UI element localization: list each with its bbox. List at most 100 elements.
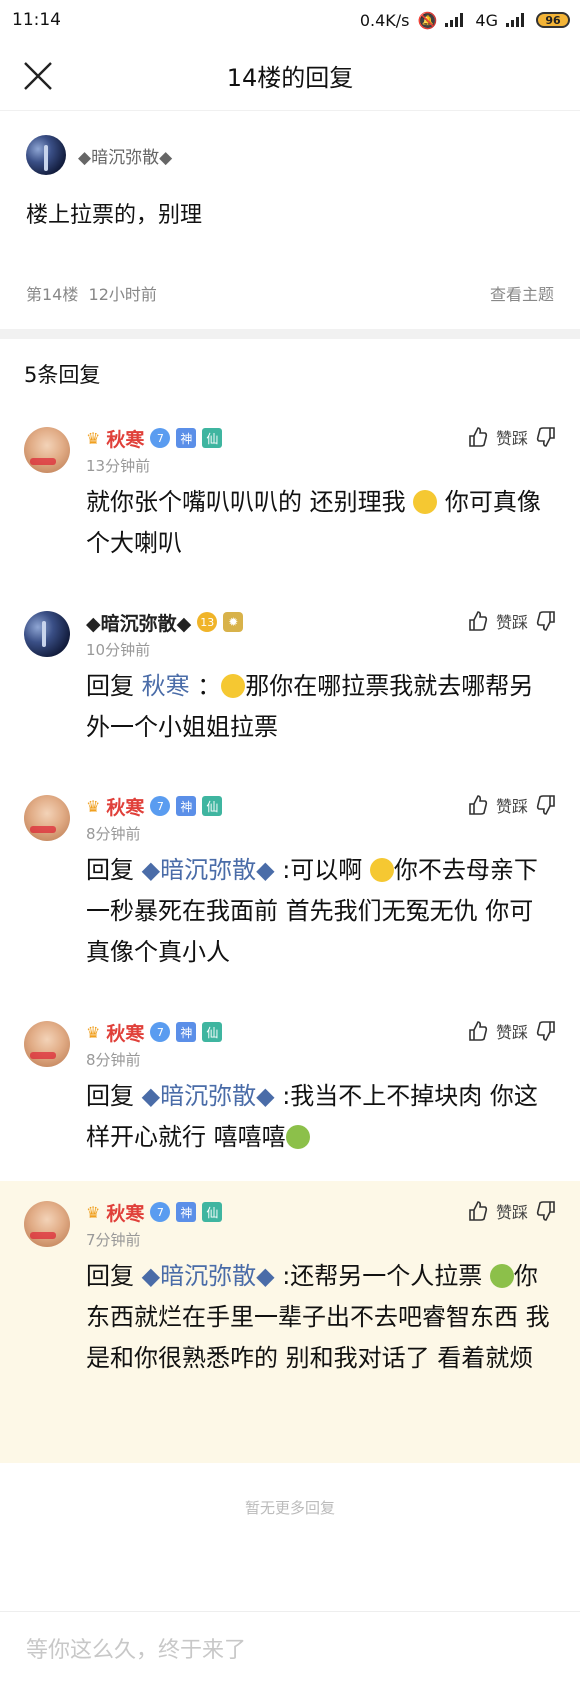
avatar[interactable] bbox=[24, 1021, 70, 1067]
reply-item: ◆暗沉弥散◆ 13 ✹ 10分钟前 回复 秋寒 ：那你在哪拉票我就去哪帮另外一个… bbox=[0, 591, 580, 775]
crown-icon: ♛ bbox=[86, 428, 101, 448]
reply-text: 回复 秋寒 ：那你在哪拉票我就去哪帮另外一个小姐姐拉票 bbox=[86, 666, 552, 748]
status-bar: 11:14 0.4K/s 🔕 4G 96 bbox=[0, 0, 580, 40]
badge-xian: 仙 bbox=[202, 796, 223, 816]
reply-item: ♛ 秋寒 7 神 仙 8分钟前 回复 ◆暗沉弥散◆ :可以啊 你不去母亲下一秒暴… bbox=[0, 775, 580, 1001]
vote-label: 赞踩 bbox=[495, 1203, 528, 1222]
original-post: ◆暗沉弥散◆ 楼上拉票的，别理 第14楼 12小时前 查看主题 bbox=[0, 111, 580, 329]
signal-icon-2 bbox=[506, 13, 528, 27]
vote-control: 赞踩 bbox=[468, 793, 556, 817]
reply-prefix: 回复 bbox=[86, 856, 142, 884]
reply-username[interactable]: 秋寒 bbox=[106, 793, 144, 820]
level-badge: 7 bbox=[150, 796, 171, 816]
badge-xian: 仙 bbox=[202, 1202, 223, 1222]
vote-label: 赞踩 bbox=[495, 429, 528, 448]
reply-item: ♛ 秋寒 7 神 仙 13分钟前 就你张个嘴叭叭叭的 还别理我 你可真像个大喇叭… bbox=[0, 407, 580, 591]
thumbs-up-icon[interactable] bbox=[468, 610, 488, 632]
reply-text: 回复 ◆暗沉弥散◆ :我当不上不掉块肉 你这样开心就行 嘻嘻嘻 bbox=[86, 1076, 552, 1158]
reply-time: 8分钟前 bbox=[86, 825, 141, 843]
top-bar: 14楼的回复 bbox=[0, 40, 580, 111]
thumbs-down-icon[interactable] bbox=[536, 610, 556, 632]
vote-control: 赞踩 bbox=[468, 1199, 556, 1223]
level-badge: 7 bbox=[150, 428, 171, 448]
pleading-emoji-icon bbox=[369, 858, 394, 882]
thumbs-down-icon[interactable] bbox=[536, 426, 556, 448]
reply-colon: :可以啊 bbox=[274, 856, 370, 884]
level-badge: 7 bbox=[150, 1202, 171, 1222]
close-icon[interactable] bbox=[20, 58, 56, 94]
mention-link[interactable]: 秋寒 bbox=[142, 672, 190, 700]
badge-shen: 神 bbox=[176, 1022, 197, 1042]
reply-username[interactable]: 秋寒 bbox=[106, 1019, 144, 1046]
no-more-replies: 暂无更多回复 bbox=[244, 1499, 335, 1517]
reply-time: 10分钟前 bbox=[86, 641, 151, 659]
reply-colon: : bbox=[274, 1262, 291, 1290]
signal-icon bbox=[445, 13, 467, 27]
badge-xian: 仙 bbox=[202, 428, 223, 448]
reply-input-placeholder[interactable]: 等你这么久，终于来了 bbox=[26, 1632, 246, 1664]
vote-label: 赞踩 bbox=[495, 613, 528, 632]
badge-xian: 仙 bbox=[202, 1022, 223, 1042]
nauseated-emoji-icon bbox=[489, 1264, 514, 1288]
reply-prefix: 回复 bbox=[86, 1082, 142, 1110]
vote-control: 赞踩 bbox=[468, 425, 556, 449]
avatar[interactable] bbox=[24, 611, 70, 657]
op-username[interactable]: ◆暗沉弥散◆ bbox=[78, 143, 172, 168]
crown-icon: ♛ bbox=[86, 1022, 101, 1042]
badge-shen: 神 bbox=[176, 428, 197, 448]
thumbs-down-icon[interactable] bbox=[536, 1020, 556, 1042]
post-time: 12小时前 bbox=[88, 285, 157, 304]
mention-link[interactable]: ◆暗沉弥散◆ bbox=[142, 856, 275, 884]
sun-badge-icon: ✹ bbox=[223, 612, 244, 632]
thumbs-up-icon[interactable] bbox=[468, 1200, 488, 1222]
reply-time: 13分钟前 bbox=[86, 457, 151, 475]
avatar[interactable] bbox=[24, 1201, 70, 1247]
reply-colon: ： bbox=[189, 672, 222, 700]
thumbs-up-icon[interactable] bbox=[468, 426, 488, 448]
crown-icon: ♛ bbox=[86, 1202, 101, 1222]
reply-time: 7分钟前 bbox=[86, 1231, 141, 1249]
reply-colon: : bbox=[274, 1082, 291, 1110]
reply-username[interactable]: 秋寒 bbox=[106, 1199, 144, 1226]
avatar[interactable] bbox=[26, 135, 66, 175]
avatar[interactable] bbox=[24, 427, 70, 473]
reply-count: 5条回复 bbox=[24, 363, 101, 387]
section-divider bbox=[0, 329, 580, 339]
network-type: 4G bbox=[475, 10, 498, 30]
thumbs-down-icon[interactable] bbox=[536, 794, 556, 816]
nauseated-emoji-icon bbox=[285, 1125, 310, 1149]
smile-emoji-icon bbox=[413, 490, 438, 514]
mention-link[interactable]: ◆暗沉弥散◆ bbox=[142, 1262, 275, 1290]
reply-text: 回复 ◆暗沉弥散◆ :可以啊 你不去母亲下一秒暴死在我面前 首先我们无冤无仇 你… bbox=[86, 850, 552, 973]
crown-icon: ♛ bbox=[86, 796, 101, 816]
badge-shen: 神 bbox=[176, 1202, 197, 1222]
view-topic-link[interactable]: 查看主题 bbox=[490, 281, 554, 305]
status-time: 11:14 bbox=[12, 10, 61, 30]
reply-prefix: 回复 bbox=[86, 672, 142, 700]
reply-prefix: 回复 bbox=[86, 1262, 142, 1290]
mention-link[interactable]: ◆暗沉弥散◆ bbox=[142, 1082, 275, 1110]
vote-control: 赞踩 bbox=[468, 609, 556, 633]
thumbs-down-icon[interactable] bbox=[536, 1200, 556, 1222]
battery-icon: 96 bbox=[536, 12, 570, 28]
reply-username[interactable]: 秋寒 bbox=[106, 425, 144, 452]
reply-item-highlighted: ♛ 秋寒 7 神 仙 7分钟前 回复 ◆暗沉弥散◆ :还帮另一个人拉票 你东西就… bbox=[0, 1181, 580, 1463]
reply-input-bar[interactable]: 等你这么久，终于来了 bbox=[0, 1611, 580, 1683]
pleading-emoji-icon bbox=[221, 674, 246, 698]
reply-text-part: 还帮另一个人拉票 bbox=[290, 1262, 490, 1290]
avatar[interactable] bbox=[24, 795, 70, 841]
thumbs-up-icon[interactable] bbox=[468, 794, 488, 816]
reply-username[interactable]: ◆暗沉弥散◆ bbox=[86, 609, 191, 636]
op-content: 楼上拉票的，别理 bbox=[26, 203, 203, 228]
badge-shen: 神 bbox=[176, 796, 197, 816]
vote-control: 赞踩 bbox=[468, 1019, 556, 1043]
thumbs-up-icon[interactable] bbox=[468, 1020, 488, 1042]
vote-label: 赞踩 bbox=[495, 797, 528, 816]
reply-item: ♛ 秋寒 7 神 仙 8分钟前 回复 ◆暗沉弥散◆ :我当不上不掉块肉 你这样开… bbox=[0, 1001, 580, 1181]
reply-text-part: 就你张个嘴叭叭叭的 还别理我 bbox=[86, 488, 414, 516]
floor-number: 第14楼 bbox=[26, 285, 79, 304]
reply-text: 回复 ◆暗沉弥散◆ :还帮另一个人拉票 你东西就烂在手里一辈子出不去吧睿智东西 … bbox=[86, 1256, 552, 1379]
mute-icon: 🔕 bbox=[417, 10, 438, 30]
page-title: 14楼的回复 bbox=[226, 63, 354, 92]
network-speed: 0.4K/s bbox=[359, 10, 410, 30]
